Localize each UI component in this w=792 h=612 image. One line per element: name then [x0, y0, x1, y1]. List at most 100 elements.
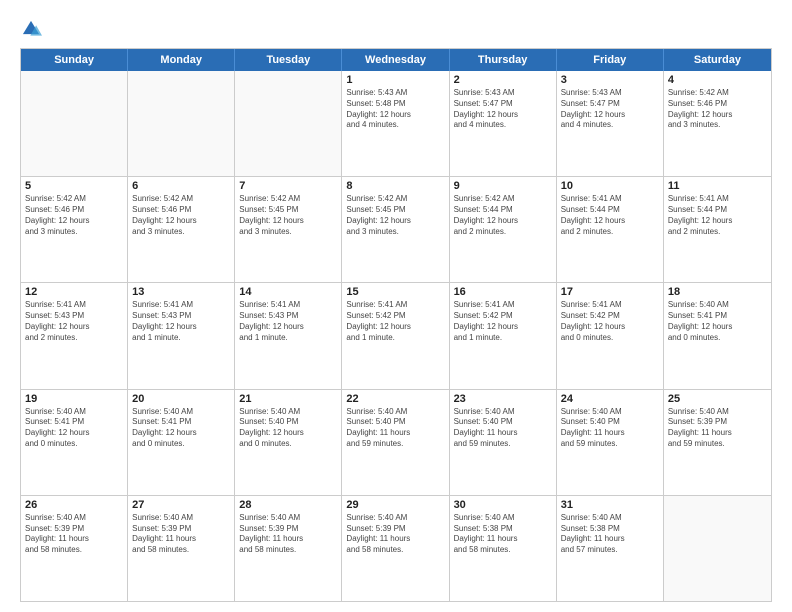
- day-detail: Sunrise: 5:41 AM Sunset: 5:44 PM Dayligh…: [561, 194, 659, 237]
- calendar-cell: 24 Sunrise: 5:40 AM Sunset: 5:40 PM Dayli…: [557, 390, 664, 495]
- day-number: 15: [346, 286, 444, 298]
- day-number: 11: [668, 180, 767, 192]
- calendar-cell: 23 Sunrise: 5:40 AM Sunset: 5:40 PM Dayli…: [450, 390, 557, 495]
- day-number: 22: [346, 393, 444, 405]
- header-cell-sunday: Sunday: [21, 49, 128, 71]
- day-number: 2: [454, 74, 552, 86]
- day-detail: Sunrise: 5:41 AM Sunset: 5:42 PM Dayligh…: [454, 300, 552, 343]
- day-number: 31: [561, 499, 659, 511]
- day-number: 17: [561, 286, 659, 298]
- day-number: 29: [346, 499, 444, 511]
- day-number: 10: [561, 180, 659, 192]
- day-number: 12: [25, 286, 123, 298]
- day-number: 4: [668, 74, 767, 86]
- day-detail: Sunrise: 5:40 AM Sunset: 5:41 PM Dayligh…: [25, 407, 123, 450]
- day-detail: Sunrise: 5:41 AM Sunset: 5:43 PM Dayligh…: [25, 300, 123, 343]
- calendar-cell: 20 Sunrise: 5:40 AM Sunset: 5:41 PM Dayli…: [128, 390, 235, 495]
- calendar-header: SundayMondayTuesdayWednesdayThursdayFrid…: [21, 49, 771, 71]
- calendar-cell: 14Sunrise: 5:41 AM Sunset: 5:43 PM Dayli…: [235, 283, 342, 388]
- day-number: 5: [25, 180, 123, 192]
- day-detail: Sunrise: 5:42 AM Sunset: 5:45 PM Dayligh…: [346, 194, 444, 237]
- header-cell-tuesday: Tuesday: [235, 49, 342, 71]
- calendar-cell: 22 Sunrise: 5:40 AM Sunset: 5:40 PM Dayli…: [342, 390, 449, 495]
- calendar: SundayMondayTuesdayWednesdayThursdayFrid…: [20, 48, 772, 602]
- calendar-cell: [664, 496, 771, 601]
- day-detail: Sunrise: 5:40 AM Sunset: 5:39 PM Dayligh…: [668, 407, 767, 450]
- day-detail: Sunrise: 5:42 AM Sunset: 5:45 PM Dayligh…: [239, 194, 337, 237]
- calendar-cell: 19 Sunrise: 5:40 AM Sunset: 5:41 PM Dayli…: [21, 390, 128, 495]
- calendar-cell: 5Sunrise: 5:42 AM Sunset: 5:46 PM Daylig…: [21, 177, 128, 282]
- day-detail: Sunrise: 5:40 AM Sunset: 5:39 PM Dayligh…: [346, 513, 444, 556]
- day-number: 21: [239, 393, 337, 405]
- day-detail: Sunrise: 5:40 AM Sunset: 5:40 PM Dayligh…: [346, 407, 444, 450]
- day-number: 26: [25, 499, 123, 511]
- calendar-cell: [128, 71, 235, 176]
- calendar-cell: 6 Sunrise: 5:42 AM Sunset: 5:46 PM Daylig…: [128, 177, 235, 282]
- day-number: 13: [132, 286, 230, 298]
- logo-icon: [20, 18, 42, 40]
- day-detail: Sunrise: 5:40 AM Sunset: 5:41 PM Dayligh…: [132, 407, 230, 450]
- calendar-row: 12 Sunrise: 5:41 AM Sunset: 5:43 PM Dayli…: [21, 282, 771, 388]
- day-detail: Sunrise: 5:43 AM Sunset: 5:47 PM Dayligh…: [561, 88, 659, 131]
- day-number: 30: [454, 499, 552, 511]
- calendar-cell: 30Sunrise: 5:40 AM Sunset: 5:38 PM Dayli…: [450, 496, 557, 601]
- calendar-cell: 3 Sunrise: 5:43 AM Sunset: 5:47 PM Daylig…: [557, 71, 664, 176]
- day-detail: Sunrise: 5:40 AM Sunset: 5:39 PM Dayligh…: [25, 513, 123, 556]
- header-cell-thursday: Thursday: [450, 49, 557, 71]
- calendar-cell: 25 Sunrise: 5:40 AM Sunset: 5:39 PM Dayli…: [664, 390, 771, 495]
- calendar-cell: 9Sunrise: 5:42 AM Sunset: 5:44 PM Daylig…: [450, 177, 557, 282]
- day-number: 28: [239, 499, 337, 511]
- day-detail: Sunrise: 5:40 AM Sunset: 5:39 PM Dayligh…: [132, 513, 230, 556]
- day-number: 16: [454, 286, 552, 298]
- day-number: 1: [346, 74, 444, 86]
- calendar-cell: 28 Sunrise: 5:40 AM Sunset: 5:39 PM Dayli…: [235, 496, 342, 601]
- header-cell-saturday: Saturday: [664, 49, 771, 71]
- day-detail: Sunrise: 5:40 AM Sunset: 5:40 PM Dayligh…: [561, 407, 659, 450]
- calendar-cell: 27 Sunrise: 5:40 AM Sunset: 5:39 PM Dayli…: [128, 496, 235, 601]
- calendar-cell: 18 Sunrise: 5:40 AM Sunset: 5:41 PM Dayli…: [664, 283, 771, 388]
- day-detail: Sunrise: 5:41 AM Sunset: 5:42 PM Dayligh…: [346, 300, 444, 343]
- header: [20, 18, 772, 40]
- day-number: 25: [668, 393, 767, 405]
- day-detail: Sunrise: 5:41 AM Sunset: 5:44 PM Dayligh…: [668, 194, 767, 237]
- day-number: 18: [668, 286, 767, 298]
- day-detail: Sunrise: 5:41 AM Sunset: 5:43 PM Dayligh…: [239, 300, 337, 343]
- calendar-cell: 7Sunrise: 5:42 AM Sunset: 5:45 PM Daylig…: [235, 177, 342, 282]
- day-number: 20: [132, 393, 230, 405]
- calendar-cell: [235, 71, 342, 176]
- calendar-cell: 21 Sunrise: 5:40 AM Sunset: 5:40 PM Dayli…: [235, 390, 342, 495]
- day-number: 3: [561, 74, 659, 86]
- day-number: 24: [561, 393, 659, 405]
- calendar-cell: [21, 71, 128, 176]
- calendar-row: 26 Sunrise: 5:40 AM Sunset: 5:39 PM Dayli…: [21, 495, 771, 601]
- day-number: 8: [346, 180, 444, 192]
- day-number: 9: [454, 180, 552, 192]
- day-detail: Sunrise: 5:40 AM Sunset: 5:38 PM Dayligh…: [561, 513, 659, 556]
- day-number: 6: [132, 180, 230, 192]
- calendar-cell: 11 Sunrise: 5:41 AM Sunset: 5:44 PM Dayli…: [664, 177, 771, 282]
- calendar-cell: 16 Sunrise: 5:41 AM Sunset: 5:42 PM Dayli…: [450, 283, 557, 388]
- day-detail: Sunrise: 5:41 AM Sunset: 5:43 PM Dayligh…: [132, 300, 230, 343]
- calendar-body: 1Sunrise: 5:43 AM Sunset: 5:48 PM Daylig…: [21, 71, 771, 601]
- logo: [20, 18, 46, 40]
- calendar-row: 1Sunrise: 5:43 AM Sunset: 5:48 PM Daylig…: [21, 71, 771, 176]
- calendar-row: 19 Sunrise: 5:40 AM Sunset: 5:41 PM Dayli…: [21, 389, 771, 495]
- header-cell-monday: Monday: [128, 49, 235, 71]
- calendar-cell: 1Sunrise: 5:43 AM Sunset: 5:48 PM Daylig…: [342, 71, 449, 176]
- calendar-cell: 12 Sunrise: 5:41 AM Sunset: 5:43 PM Dayli…: [21, 283, 128, 388]
- day-number: 27: [132, 499, 230, 511]
- day-detail: Sunrise: 5:40 AM Sunset: 5:41 PM Dayligh…: [668, 300, 767, 343]
- calendar-cell: 2 Sunrise: 5:43 AM Sunset: 5:47 PM Daylig…: [450, 71, 557, 176]
- day-detail: Sunrise: 5:43 AM Sunset: 5:47 PM Dayligh…: [454, 88, 552, 131]
- calendar-cell: 31 Sunrise: 5:40 AM Sunset: 5:38 PM Dayli…: [557, 496, 664, 601]
- day-detail: Sunrise: 5:42 AM Sunset: 5:46 PM Dayligh…: [132, 194, 230, 237]
- day-detail: Sunrise: 5:40 AM Sunset: 5:39 PM Dayligh…: [239, 513, 337, 556]
- day-detail: Sunrise: 5:40 AM Sunset: 5:40 PM Dayligh…: [239, 407, 337, 450]
- calendar-cell: 15 Sunrise: 5:41 AM Sunset: 5:42 PM Dayli…: [342, 283, 449, 388]
- calendar-cell: 29 Sunrise: 5:40 AM Sunset: 5:39 PM Dayli…: [342, 496, 449, 601]
- calendar-cell: 10 Sunrise: 5:41 AM Sunset: 5:44 PM Dayli…: [557, 177, 664, 282]
- day-number: 23: [454, 393, 552, 405]
- day-number: 19: [25, 393, 123, 405]
- day-detail: Sunrise: 5:41 AM Sunset: 5:42 PM Dayligh…: [561, 300, 659, 343]
- day-detail: Sunrise: 5:40 AM Sunset: 5:40 PM Dayligh…: [454, 407, 552, 450]
